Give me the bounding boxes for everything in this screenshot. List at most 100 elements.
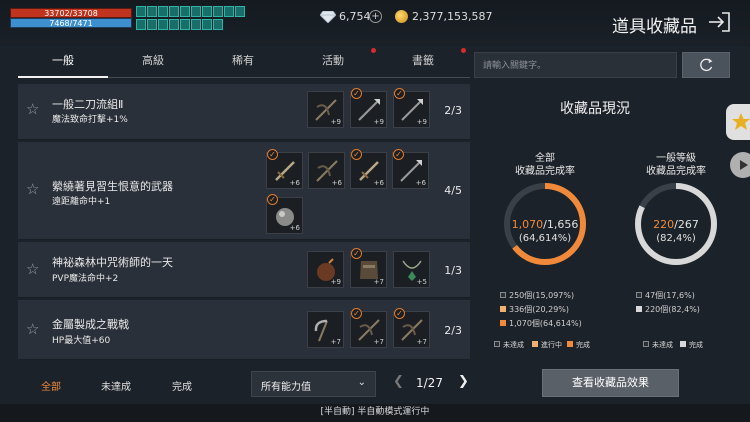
key-complete: 完成 <box>567 340 590 350</box>
key-in-progress-text: 進行中 <box>541 341 562 349</box>
tab-bookmark[interactable]: 書籤 <box>378 48 468 78</box>
item-level: +7 <box>373 338 384 346</box>
collection-row[interactable]: ☆ 縈繞著見習生恨意的武器 遠距離命中+1 ✓ +6 +6 ✓ +6 ✓ +6 ✓ +6… <box>18 142 470 240</box>
item-slot[interactable]: ✓ +9 <box>393 88 430 128</box>
buff-icon <box>180 6 190 17</box>
gold-coin-icon <box>395 10 408 23</box>
total-ring-percent: (64,614%) <box>518 233 572 244</box>
collected-check-icon: ✓ <box>351 88 362 99</box>
item-slot[interactable]: ✓ +7 <box>350 248 387 288</box>
collection-progress: 4/5 <box>444 184 462 197</box>
buff-icon <box>136 6 146 17</box>
collection-bonus: HP最大值+60 <box>52 336 111 346</box>
item-level: +6 <box>415 179 426 187</box>
item-level: +9 <box>373 118 384 126</box>
search-input[interactable] <box>475 54 676 78</box>
item-slot[interactable]: ✓ +7 <box>350 308 387 348</box>
side-bookmark-tab[interactable] <box>726 104 750 140</box>
key-complete: 完成 <box>680 340 703 350</box>
collected-check-icon: ✓ <box>394 308 405 319</box>
buff-icons[interactable] <box>136 6 246 30</box>
item-slot[interactable]: ✓ +6 <box>350 149 387 189</box>
item-level: +9 <box>416 118 427 126</box>
item-slot[interactable]: +7 <box>307 311 344 348</box>
bookmark-star-icon[interactable]: ☆ <box>26 320 39 338</box>
bookmark-star-icon[interactable]: ☆ <box>26 100 39 118</box>
key-swatch <box>643 341 649 347</box>
normal-ring-title-line2: 收藏品完成率 <box>646 166 706 177</box>
tab-advanced[interactable]: 高級 <box>108 48 198 78</box>
item-level: +9 <box>330 278 341 286</box>
star-icon <box>732 113 750 130</box>
collection-progress: 1/3 <box>444 264 462 277</box>
item-slot[interactable]: +6 <box>308 152 345 189</box>
collection-progress: 2/3 <box>444 104 462 117</box>
prev-page-icon[interactable]: ❮ <box>393 374 404 389</box>
item-slot[interactable]: ✓ +9 <box>350 88 387 128</box>
item-level: +6 <box>289 179 300 187</box>
total-ring-value: 1,070/1,656 <box>490 218 600 231</box>
bookmark-star-icon[interactable]: ☆ <box>26 180 39 198</box>
view-collection-effects-button[interactable]: 查看收藏品效果 <box>542 369 679 397</box>
normal-ring-percent: (82,4%) <box>656 233 696 244</box>
item-level: +5 <box>416 278 427 286</box>
refresh-icon[interactable] <box>682 52 730 78</box>
gold-count: 2,377,153,587 <box>412 10 493 23</box>
filter-incomplete-button[interactable]: 未達成 <box>101 378 131 393</box>
collection-bonus: 遠距離命中+1 <box>52 197 111 207</box>
legend-total-incomplete: 250個(15,097%) <box>500 290 574 301</box>
tab-event[interactable]: 活動 <box>288 48 378 78</box>
search-box[interactable] <box>474 52 677 78</box>
filter-complete-button[interactable]: 完成 <box>172 378 192 393</box>
collection-status-title: 收藏品現況 <box>560 101 630 117</box>
collected-check-icon: ✓ <box>267 194 278 205</box>
legend-normal-complete: 220個(82,4%) <box>636 304 700 315</box>
item-level: +6 <box>373 179 384 187</box>
collection-bonus: 魔法致命打擊+1% <box>52 115 128 125</box>
tab-normal[interactable]: 一般 <box>18 48 108 78</box>
legend-total-complete-text: 1,070個(64,614%) <box>509 319 582 328</box>
total-done: 1,070 <box>511 218 544 231</box>
key-incomplete-text: 未達成 <box>652 341 673 349</box>
normal-count: /267 <box>674 218 699 231</box>
key-incomplete: 未達成 <box>494 340 524 350</box>
buff-icon <box>158 6 168 17</box>
item-slot[interactable]: ✓ +6 <box>266 194 303 234</box>
next-page-icon[interactable]: ❯ <box>458 374 469 389</box>
collection-progress: 2/3 <box>444 324 462 337</box>
collection-row[interactable]: ☆ 一般二刀流組Ⅱ 魔法致命打擊+1% +9 ✓ +9 ✓ +9 2/3 <box>18 84 470 140</box>
item-slot[interactable]: +9 <box>307 91 344 128</box>
item-slot[interactable]: ✓ +7 <box>393 308 430 348</box>
collection-name: 一般二刀流組Ⅱ <box>52 98 124 111</box>
item-level: +9 <box>330 118 341 126</box>
bookmark-star-icon[interactable]: ☆ <box>26 260 39 278</box>
collected-check-icon: ✓ <box>351 149 362 160</box>
item-slot[interactable]: ✓ +6 <box>266 149 303 189</box>
add-gems-button[interactable]: + <box>369 10 382 23</box>
key-swatch <box>680 341 686 347</box>
buff-icon <box>147 18 157 30</box>
buff-icon <box>169 6 179 17</box>
filter-all-button[interactable]: 全部 <box>41 378 61 393</box>
side-play-button[interactable] <box>730 152 750 178</box>
collection-row[interactable]: ☆ 神祕森林中咒術師的一天 PVP魔法命中+2 +9 ✓ +7 +5 1/3 <box>18 242 470 298</box>
key-complete-text: 完成 <box>576 341 590 349</box>
item-slot[interactable]: +5 <box>393 251 430 288</box>
bookmark-alert-dot <box>461 48 466 53</box>
item-slot[interactable]: ✓ +6 <box>392 149 429 189</box>
ability-filter-value: 所有能力值 <box>261 382 311 393</box>
collection-name: 神祕森林中咒術師的一天 <box>52 256 173 269</box>
key-swatch <box>532 341 538 347</box>
collection-list[interactable]: ☆ 一般二刀流組Ⅱ 魔法致命打擊+1% +9 ✓ +9 ✓ +9 2/3 ☆ 縈繞著… <box>18 84 470 364</box>
chevron-down-icon: ⌄ <box>357 377 366 388</box>
collected-check-icon: ✓ <box>393 149 404 160</box>
item-slot[interactable]: +9 <box>307 251 344 288</box>
legend-total-inprogress-text: 336個(20,29%) <box>509 305 570 314</box>
item-level: +6 <box>331 179 342 187</box>
collection-name: 金屬製成之戰戟 <box>52 318 129 331</box>
collection-row[interactable]: ☆ 金屬製成之戰戟 HP最大值+60 +7 ✓ +7 ✓ +7 2/3 <box>18 300 470 360</box>
exit-icon[interactable] <box>706 10 732 34</box>
tab-rare[interactable]: 稀有 <box>198 48 288 78</box>
ability-filter-select[interactable]: 所有能力值 ⌄ <box>251 371 376 397</box>
buff-icon <box>235 6 245 17</box>
